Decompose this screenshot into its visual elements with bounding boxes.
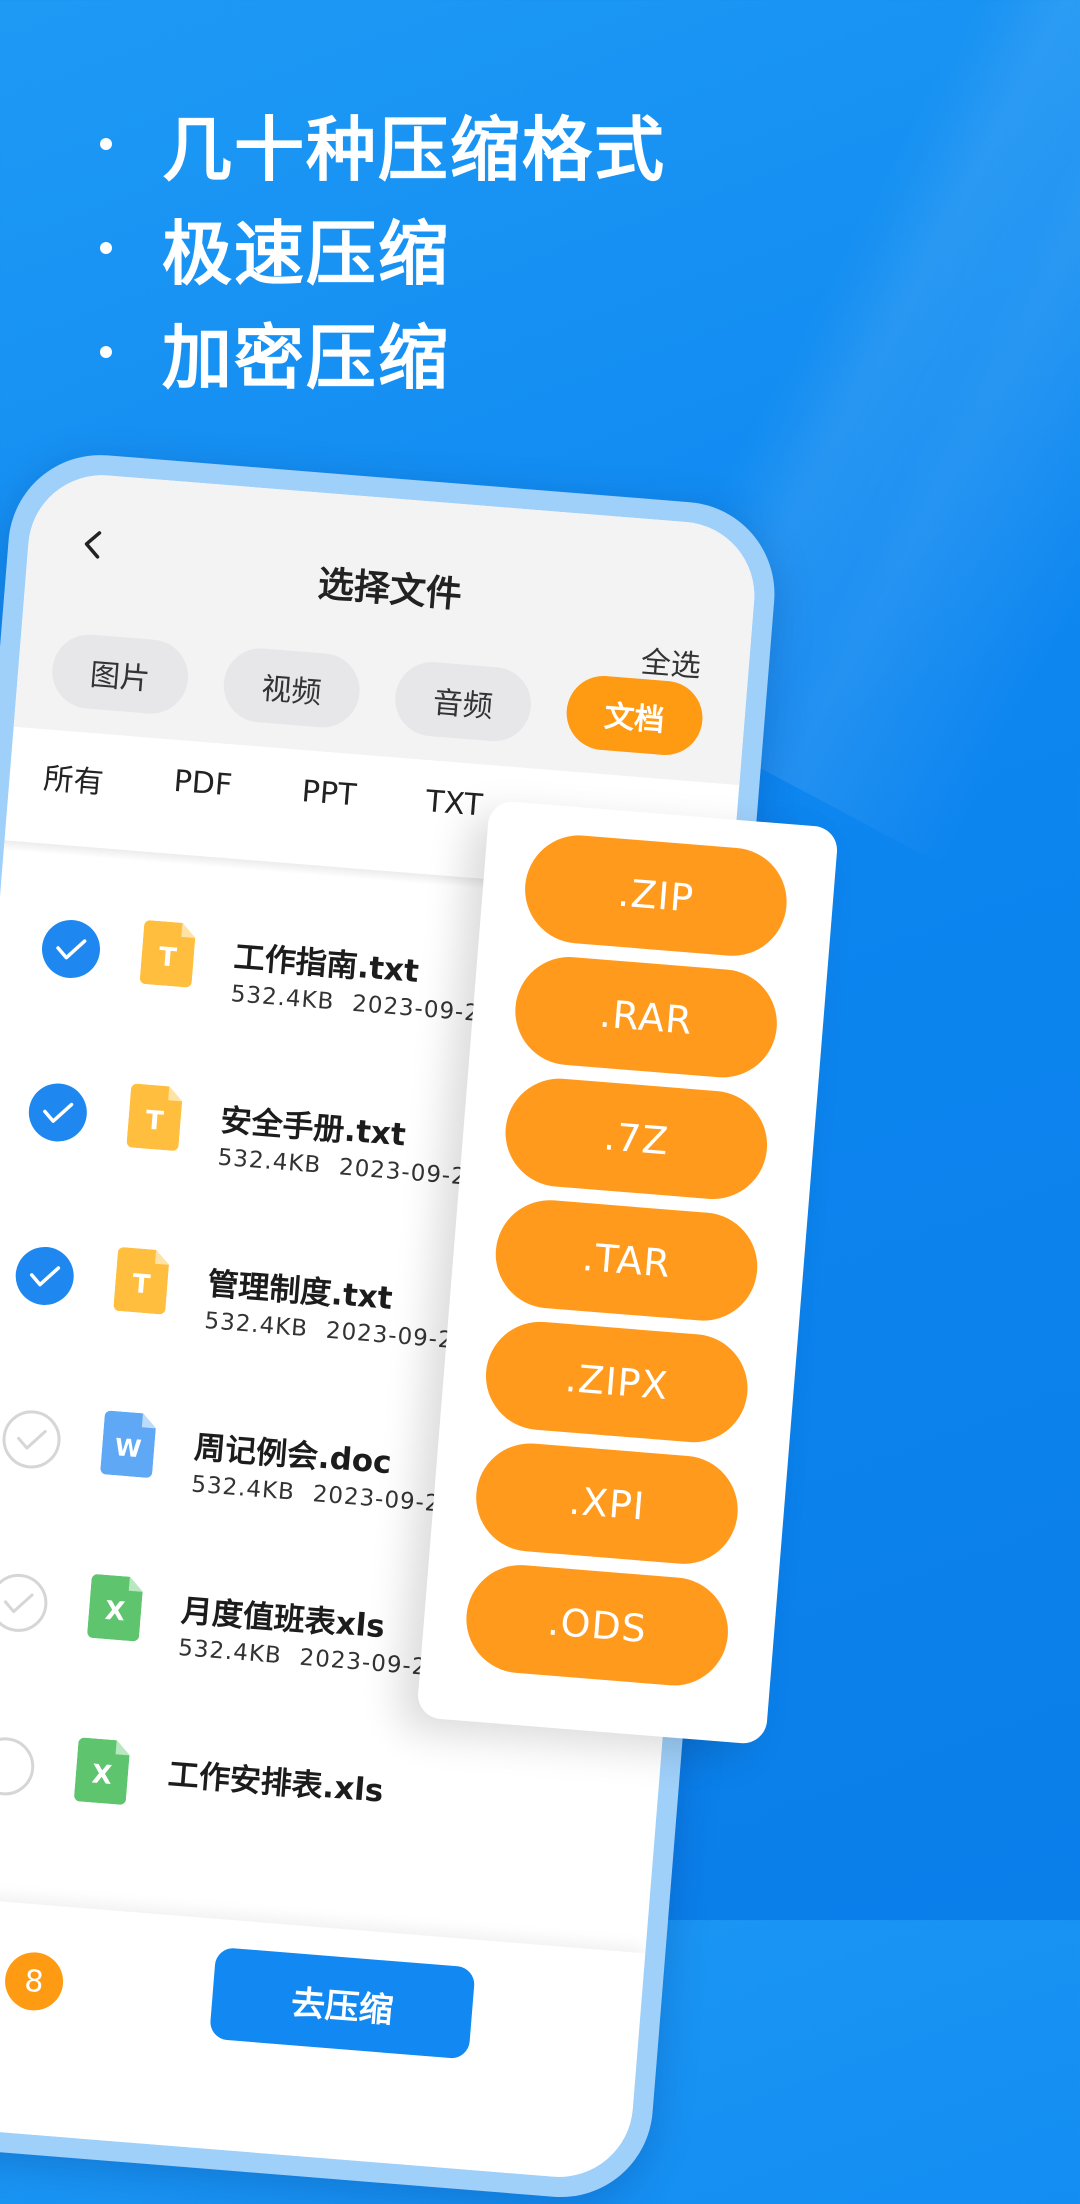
checkmark-icon <box>29 1266 61 1287</box>
feature-list: 几十种压缩格式 极速压缩 加密压缩 <box>100 92 666 404</box>
txt-file-icon: T <box>139 920 196 988</box>
bullet-dot <box>100 346 112 358</box>
file-size: 532.4KB <box>203 1307 310 1343</box>
screen-header: 选择文件 全选 图片 视频 音频 文档 <box>13 469 760 786</box>
svg-text:W: W <box>114 1433 143 1463</box>
excel-file-icon: X <box>87 1574 143 1642</box>
file-meta: 532.4KB 2023-09-27 <box>217 1145 484 1192</box>
format-option-ods[interactable]: .ODS <box>462 1560 733 1690</box>
format-list: .ZIP .RAR .7Z .TAR .ZIPX .XPI .ODS <box>462 831 791 1690</box>
format-option-rar[interactable]: .RAR <box>511 952 781 1082</box>
page-title: 选择文件 <box>316 563 464 617</box>
file-name: 安全手册.txt <box>219 1102 407 1154</box>
file-meta: 532.4KB 2023-09-27 <box>230 981 497 1028</box>
bullet-dot <box>100 138 112 150</box>
filter-tabs: 所有 PDF PPT TXT <box>42 753 484 832</box>
checkmark-icon <box>56 939 87 960</box>
tab-videos[interactable]: 视频 <box>220 645 363 731</box>
word-file-icon: W <box>100 1410 156 1478</box>
file-size: 532.4KB <box>216 1144 323 1179</box>
checkbox-unchecked[interactable] <box>0 1408 63 1471</box>
checkmark-icon <box>17 1430 47 1450</box>
format-option-zip[interactable]: .ZIP <box>520 831 791 960</box>
checkbox-checked[interactable] <box>26 1081 90 1144</box>
svg-text:X: X <box>91 1759 113 1791</box>
file-name: 工作指南.txt <box>232 939 421 990</box>
checkbox-checked[interactable] <box>39 917 103 981</box>
filter-tab-all[interactable]: 所有 <box>42 753 105 802</box>
tab-documents[interactable]: 文档 <box>563 673 706 758</box>
tab-images[interactable]: 图片 <box>49 631 191 717</box>
file-meta: 532.4KB 2023-09-27 <box>190 1471 457 1518</box>
svg-text:T: T <box>158 942 178 973</box>
filter-tab-pdf[interactable]: PDF <box>172 764 233 813</box>
file-name: 工作安排表.xls <box>166 1756 385 1810</box>
format-option-zipx[interactable]: .ZIPX <box>481 1317 752 1447</box>
excel-file-icon: X <box>74 1737 130 1805</box>
format-option-xpi[interactable]: .XPI <box>472 1439 742 1568</box>
format-option-7z[interactable]: .7Z <box>501 1074 772 1204</box>
file-size: 532.4KB <box>177 1634 283 1670</box>
bullet-dot <box>100 242 112 254</box>
feature-label: 几十种压缩格式 <box>162 108 666 191</box>
select-all-button[interactable]: 全选 <box>639 637 702 686</box>
tab-audio[interactable]: 音频 <box>392 659 534 745</box>
filter-tab-txt[interactable]: TXT <box>424 784 484 832</box>
feature-item: 极速压缩 <box>100 196 666 300</box>
feature-label: 加密压缩 <box>162 316 450 399</box>
compress-button[interactable]: 去压缩 <box>209 1946 476 2060</box>
txt-file-icon: T <box>126 1083 183 1151</box>
checkbox-checked[interactable] <box>13 1244 76 1308</box>
svg-text:T: T <box>144 1106 164 1137</box>
file-meta: 532.4KB 2023-09-27 <box>177 1635 444 1682</box>
file-size: 532.4KB <box>229 981 336 1016</box>
txt-file-icon: T <box>113 1247 169 1315</box>
format-option-tar[interactable]: .TAR <box>491 1196 762 1325</box>
svg-text:T: T <box>131 1269 151 1300</box>
feature-label: 极速压缩 <box>162 212 450 295</box>
category-tabs: 图片 视频 音频 文档 <box>49 631 706 758</box>
format-options-card: .ZIP .RAR .7Z .TAR .ZIPX .XPI .ODS <box>416 800 839 1746</box>
feature-item: 加密压缩 <box>100 300 666 404</box>
checkbox-unchecked[interactable] <box>0 1735 37 1798</box>
feature-item: 几十种压缩格式 <box>100 92 666 196</box>
file-size: 532.4KB <box>190 1471 296 1506</box>
filter-tab-ppt[interactable]: PPT <box>300 774 357 822</box>
svg-text:X: X <box>104 1596 126 1628</box>
checkmark-icon <box>43 1102 74 1123</box>
file-meta: 532.4KB 2023-09-27 <box>204 1308 471 1355</box>
bottom-action-bar: 选择 8 去压缩 <box>0 1894 646 2183</box>
checkbox-unchecked[interactable] <box>0 1571 50 1635</box>
selected-count-badge: 8 <box>2 1950 66 2013</box>
checkmark-icon <box>3 1593 34 1614</box>
file-name: 管理制度.txt <box>206 1266 394 1317</box>
